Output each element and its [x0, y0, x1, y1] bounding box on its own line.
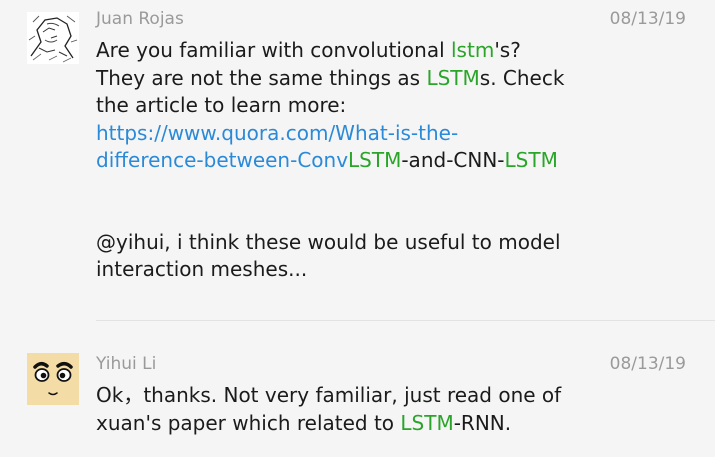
keyword-highlight: LSTM	[426, 65, 480, 90]
message-line: the article to learn more:	[96, 93, 347, 117]
keyword-highlight: lstm	[451, 38, 495, 62]
message-line: xuan's paper which related to LSTM-RNN.	[96, 410, 512, 435]
article-link[interactable]: https://www.quora.com/What-is-the-	[96, 120, 696, 148]
sketch-portrait-avatar[interactable]	[27, 12, 79, 64]
message-timestamp: 08/13/19	[609, 354, 686, 374]
message-body: Ok，thanks. Not very familiar, just read …	[96, 382, 696, 437]
message-line: They are not the same things as LSTMs. C…	[96, 65, 565, 90]
article-link-continued[interactable]: difference-between-ConvLSTM-and-CNN-LSTM	[96, 147, 696, 175]
message-line: @yihui, i think these would be useful to…	[96, 229, 561, 254]
keyword-highlight: LSTM	[400, 410, 454, 435]
sender-name[interactable]: Juan Rojas	[96, 9, 184, 29]
message-line: Ok，thanks. Not very familiar, just read …	[96, 383, 562, 407]
message-body: Are you familiar with convolutional lstm…	[96, 37, 696, 284]
cartoon-face-avatar[interactable]	[27, 353, 79, 405]
message-line: interaction meshes...	[96, 257, 308, 281]
message-timestamp: 08/13/19	[609, 9, 686, 29]
message-line: Are you familiar with convolutional lstm…	[96, 38, 521, 62]
keyword-highlight: LSTM	[348, 148, 402, 172]
message-divider	[96, 320, 715, 321]
keyword-highlight: LSTM	[504, 148, 558, 172]
sender-name[interactable]: Yihui Li	[96, 354, 156, 374]
